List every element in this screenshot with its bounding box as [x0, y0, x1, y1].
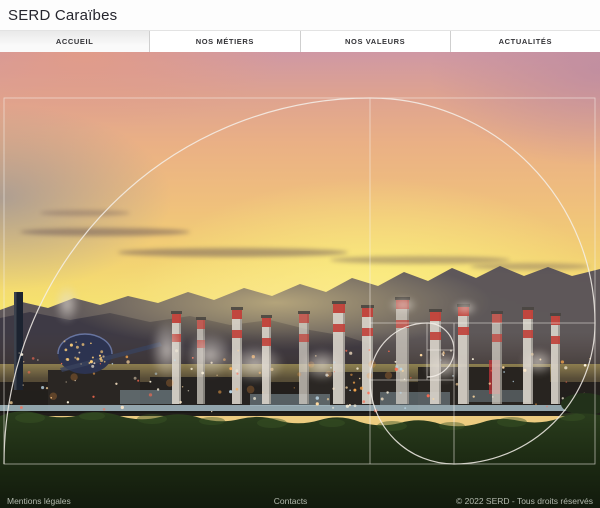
- nav-item-actualites[interactable]: ACTUALITÉS: [450, 31, 600, 52]
- nav-item-nos-valeurs[interactable]: NOS VALEURS: [300, 31, 450, 52]
- nav-item-nos-metiers[interactable]: NOS MÉTIERS: [149, 31, 299, 52]
- nav-item-accueil[interactable]: ACCUEIL: [0, 31, 149, 52]
- main-nav: ACCUEIL NOS MÉTIERS NOS VALEURS ACTUALIT…: [0, 30, 600, 52]
- masthead: SERD Caraïbes ACCUEIL NOS MÉTIERS NOS VA…: [0, 0, 600, 52]
- hero-image: Mentions légales Contacts © 2022 SERD - …: [0, 52, 600, 508]
- golden-spiral-overlay: [0, 52, 600, 508]
- site-title[interactable]: SERD Caraïbes: [8, 7, 117, 24]
- legal-link[interactable]: Mentions légales: [7, 496, 196, 506]
- footer: Mentions légales Contacts © 2022 SERD - …: [0, 495, 600, 507]
- contacts-link[interactable]: Contacts: [196, 496, 385, 506]
- copyright-text: © 2022 SERD - Tous droits réservés: [385, 496, 593, 506]
